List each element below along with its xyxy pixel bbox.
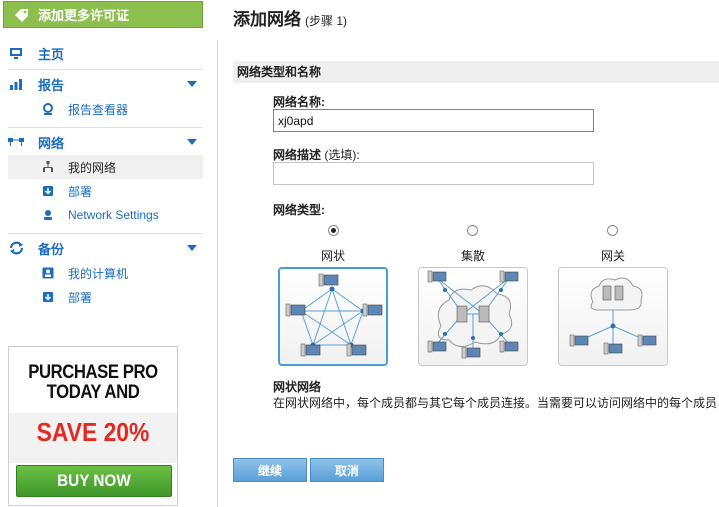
network-description-input[interactable] xyxy=(273,162,594,185)
nav-item-label: 报告查看器 xyxy=(68,102,129,117)
sidebar-divider xyxy=(217,40,218,507)
nav-item-network-settings[interactable]: Network Settings xyxy=(8,203,203,227)
add-license-label: 添加更多许可证 xyxy=(38,8,130,23)
nav-reports[interactable]: 报告 xyxy=(8,71,203,97)
network-icon xyxy=(8,134,24,150)
nav-item-label: 我的计算机 xyxy=(68,266,129,281)
type-label-mesh: 网状 xyxy=(320,249,345,263)
promo-save-text: SAVE 20% xyxy=(36,417,150,447)
buy-now-button[interactable]: BUY NOW xyxy=(16,465,172,497)
deploy-icon xyxy=(42,185,54,197)
radio-gateway[interactable] xyxy=(607,225,618,236)
nav-backup[interactable]: 备份 xyxy=(8,235,203,261)
promo-line-2: TODAY AND xyxy=(46,382,140,403)
nav-item-my-network[interactable]: 我的网络 xyxy=(8,155,203,179)
radio-mesh[interactable] xyxy=(328,225,339,236)
tree-network-icon xyxy=(42,161,54,173)
mesh-diagram-icon xyxy=(285,273,383,357)
network-type-description-text: 在网状网络中，每个成员都与其它每个成员连接。当需要可以访问网络中的每个成员 xyxy=(273,396,718,410)
nav-item-label: 部署 xyxy=(68,184,93,199)
divider xyxy=(8,69,203,70)
monitor-icon xyxy=(8,45,24,61)
type-label-gateway: 网关 xyxy=(600,249,625,263)
network-type-label: 网络类型: xyxy=(273,203,325,217)
nav-home[interactable]: 主页 xyxy=(8,40,203,66)
nav-item-backup-deploy[interactable]: 部署 xyxy=(8,285,203,309)
page-step: (步骤 1) xyxy=(305,14,348,28)
chevron-down-icon[interactable] xyxy=(187,81,197,87)
nav-network-section: 网络 我的网络 部署 Network Settings xyxy=(8,129,203,227)
promo-banner[interactable]: PURCHASE PRO TODAY AND SAVE 20% BUY NOW xyxy=(8,346,178,506)
deploy-icon xyxy=(42,291,54,303)
description-optional: (选填): xyxy=(324,148,360,162)
chevron-down-icon[interactable] xyxy=(187,245,197,251)
type-label-hub-spoke: 集散 xyxy=(460,249,485,263)
divider xyxy=(8,127,203,128)
network-type-description-title: 网状网络 xyxy=(273,380,322,394)
report-viewer-icon xyxy=(42,103,54,115)
nav-backup-section: 备份 我的计算机 部署 xyxy=(8,235,203,309)
nav-home-section: 主页 xyxy=(8,40,203,66)
nav-item-network-deploy[interactable]: 部署 xyxy=(8,179,203,203)
nav-home-label: 主页 xyxy=(38,46,65,62)
sidebar: 添加更多许可证 主页 报告 报告查看器 网络 我的网络 部署 Network S… xyxy=(0,0,210,507)
page-title: 添加网络 (步骤 1) xyxy=(233,5,347,30)
cancel-button[interactable]: 取消 xyxy=(310,458,384,482)
nav-network-label: 网络 xyxy=(38,135,65,151)
nav-item-label: 我的网络 xyxy=(68,160,117,175)
sync-icon xyxy=(8,240,24,256)
network-name-label: 网络名称: xyxy=(273,95,325,109)
nav-reports-section: 报告 报告查看器 xyxy=(8,71,203,121)
hub-spoke-diagram-icon xyxy=(427,270,519,359)
description-label-text: 网络描述 xyxy=(273,148,322,162)
page-title-text: 添加网络 xyxy=(233,10,301,29)
settings-person-icon xyxy=(42,209,54,221)
nav-item-my-computers[interactable]: 我的计算机 xyxy=(8,261,203,285)
divider xyxy=(8,233,203,234)
radio-hub-spoke[interactable] xyxy=(467,225,478,236)
nav-network[interactable]: 网络 xyxy=(8,129,203,155)
section-header: 网络类型和名称 xyxy=(233,61,719,83)
network-description-label: 网络描述 (选填): xyxy=(273,146,360,163)
continue-button[interactable]: 继续 xyxy=(233,458,307,482)
buy-now-label: BUY NOW xyxy=(57,471,131,490)
promo-line-1: PURCHASE PRO xyxy=(28,362,158,383)
nav-reports-label: 报告 xyxy=(38,77,65,93)
add-license-button[interactable]: 添加更多许可证 xyxy=(3,1,203,28)
nav-backup-label: 备份 xyxy=(38,241,65,257)
chevron-down-icon[interactable] xyxy=(187,139,197,145)
user-card-icon xyxy=(42,267,54,279)
network-name-input[interactable] xyxy=(273,109,594,132)
tag-icon xyxy=(15,8,28,22)
nav-item-report-viewer[interactable]: 报告查看器 xyxy=(8,97,203,121)
nav-item-label: Network Settings xyxy=(68,208,159,222)
hub-spoke-network-card[interactable] xyxy=(418,267,528,366)
nav-item-label: 部署 xyxy=(68,290,93,305)
bar-chart-icon xyxy=(8,76,24,92)
gateway-network-card[interactable] xyxy=(558,267,668,366)
gateway-diagram-icon xyxy=(569,277,657,355)
mesh-network-card[interactable] xyxy=(278,267,388,366)
